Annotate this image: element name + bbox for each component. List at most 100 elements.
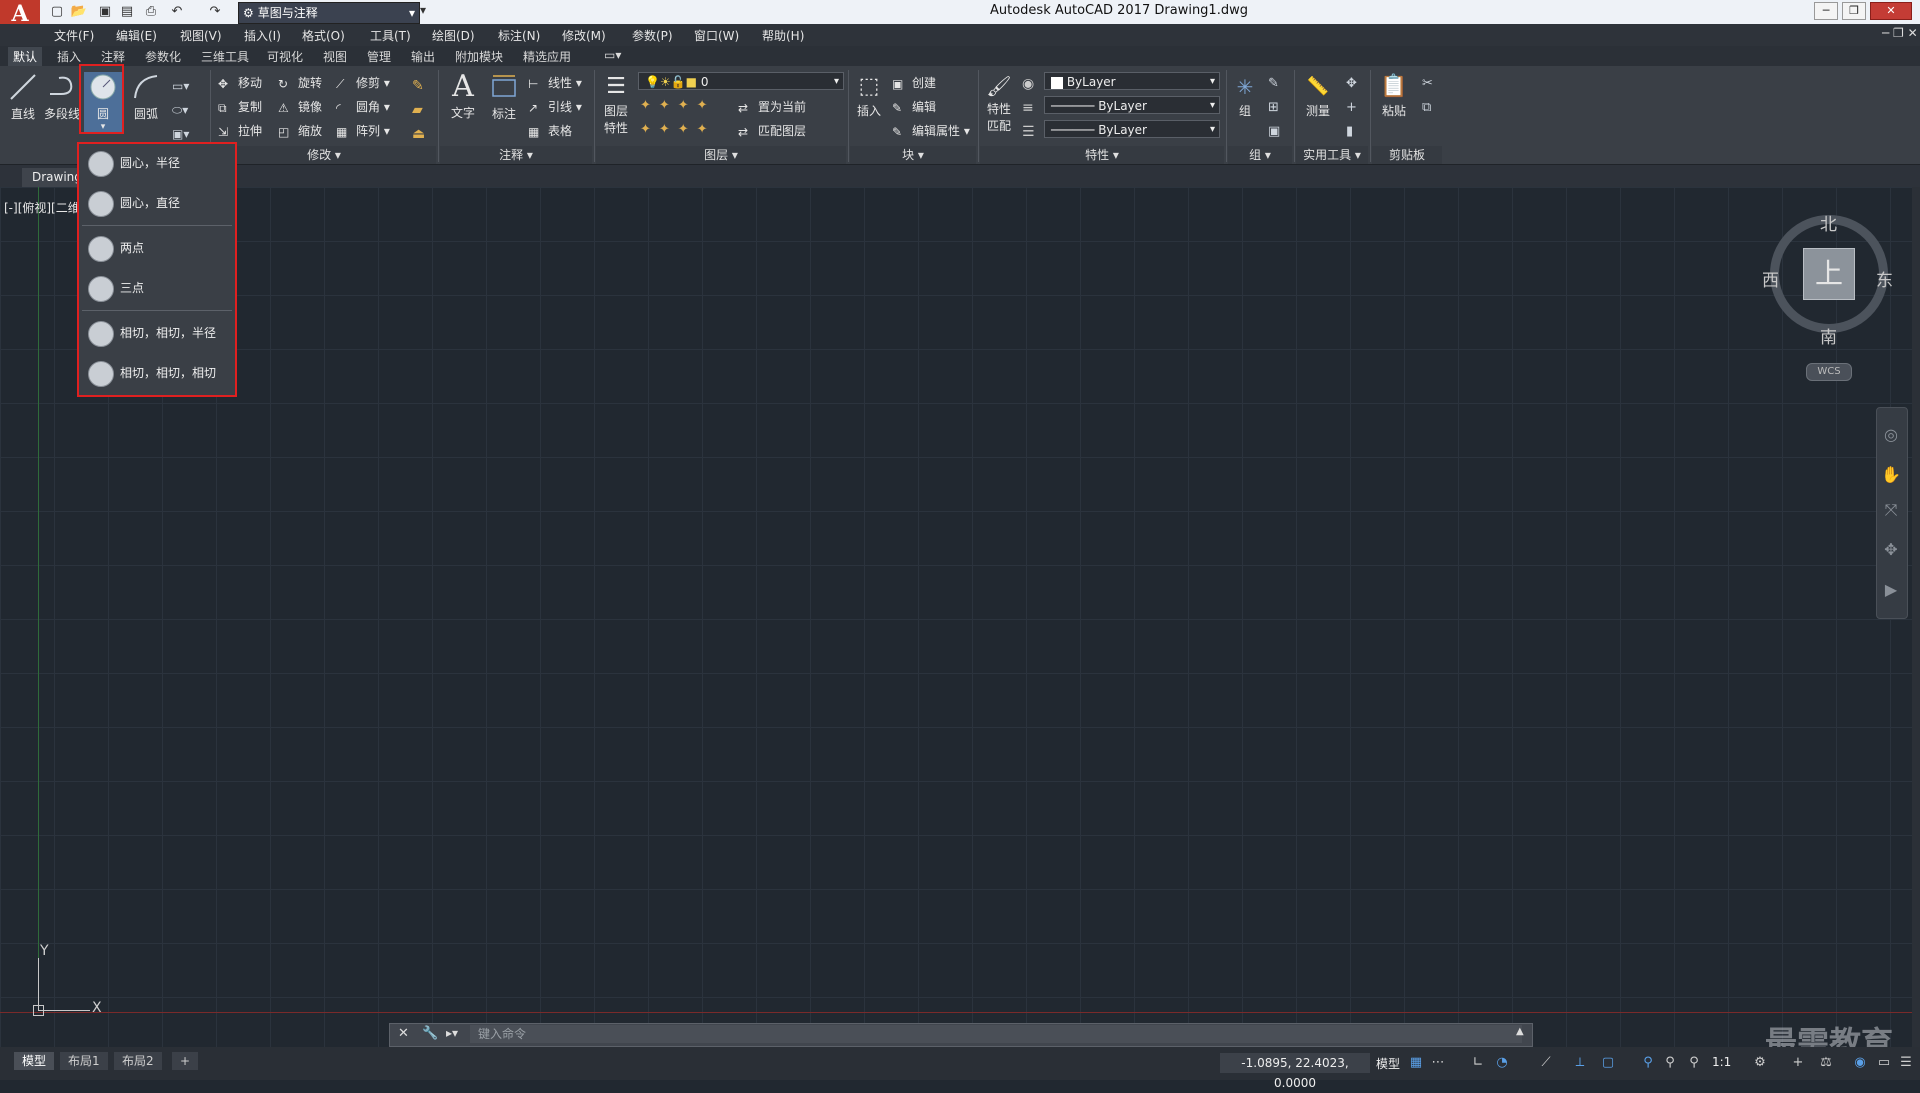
snap-icon[interactable]: ⋯	[1430, 1055, 1446, 1071]
command-input[interactable]: 键入命令	[470, 1025, 1522, 1043]
menu-parametric[interactable]: 参数(P)	[632, 27, 673, 44]
compass-north[interactable]: 北	[1820, 210, 1837, 235]
workspace-selector[interactable]: ⚙ 草图与注释 ▾	[238, 2, 420, 24]
arc-tool[interactable]: 圆弧	[128, 72, 164, 122]
new-file-icon[interactable]: ▢	[48, 3, 66, 21]
drawing-canvas[interactable]	[0, 187, 1912, 1047]
vertical-scrollbar[interactable]	[1912, 187, 1920, 1047]
annotation-visibility-icon[interactable]: ⚲	[1640, 1055, 1656, 1071]
trim-tool[interactable]: ⟋ 修剪 ▾	[336, 74, 390, 91]
color-combo[interactable]: ByLayer ▾	[1044, 72, 1220, 90]
close-button[interactable]: ✕	[1870, 2, 1912, 20]
match-properties-tool[interactable]: 🖌 特性 匹配	[982, 72, 1016, 134]
modify-panel-title[interactable]: 修改 ▾	[212, 146, 436, 164]
menu-tools[interactable]: 工具(T)	[370, 27, 411, 44]
tab-addins[interactable]: 附加模块	[450, 47, 508, 66]
clean-screen-icon[interactable]: ▭	[1876, 1055, 1892, 1071]
polyline-tool[interactable]: 多段线	[42, 72, 82, 122]
layout-tab-model[interactable]: 模型	[14, 1052, 55, 1070]
leader-tool[interactable]: ↗ 引线 ▾	[528, 98, 582, 115]
tab-featured-apps[interactable]: 精选应用	[518, 47, 576, 66]
tab-parametric[interactable]: 参数化	[140, 47, 186, 66]
layer-state-icons[interactable]: ✦✦✦✦	[640, 98, 716, 113]
edit-attributes-tool[interactable]: ✎ 编辑属性 ▾	[892, 122, 970, 139]
linear-dim-tool[interactable]: ⊢ 线性 ▾	[528, 74, 582, 91]
ortho-icon[interactable]: ∟	[1470, 1055, 1486, 1071]
menu-window[interactable]: 窗口(W)	[694, 27, 739, 44]
recent-commands-icon[interactable]: ▸▾	[446, 1026, 458, 1040]
array-tool[interactable]: ▦ 阵列 ▾	[336, 122, 390, 139]
scale-tool[interactable]: ◰ 缩放	[278, 122, 322, 139]
wcs-menu[interactable]: WCS	[1806, 363, 1852, 381]
isolate-objects-icon[interactable]: ◉	[1852, 1055, 1868, 1071]
copy-tool[interactable]: ⧉ 复制	[218, 98, 262, 115]
layer-properties-tool[interactable]: ☰ 图层 特性	[598, 72, 634, 136]
mirror-tool[interactable]: ⚠ 镜像	[278, 98, 322, 115]
table-tool[interactable]: ▦ 表格	[528, 122, 572, 139]
annotation-scale-icon[interactable]: ⚲	[1686, 1055, 1702, 1071]
workspace-gear-icon[interactable]: ⚙	[1752, 1055, 1768, 1071]
menu-file[interactable]: 文件(F)	[54, 27, 94, 44]
ribbon-display-toggle-icon[interactable]: ▭▾	[604, 48, 621, 62]
save-icon[interactable]: ▣	[96, 3, 114, 21]
paste-tool[interactable]: 📋 粘贴	[1376, 72, 1412, 119]
fillet-tool[interactable]: ◜ 圆角 ▾	[336, 98, 390, 115]
model-space-toggle[interactable]: 模型	[1376, 1055, 1400, 1072]
group-tool[interactable]: ✳ 组	[1230, 72, 1260, 119]
close-command-line-icon[interactable]: ✕	[398, 1026, 409, 1041]
groups-panel-title[interactable]: 组 ▾	[1228, 146, 1292, 164]
menu-view[interactable]: 视图(V)	[180, 27, 222, 44]
measure-tool[interactable]: 📏 测量	[1300, 72, 1336, 119]
annotation-scale-value[interactable]: 1:1	[1712, 1055, 1731, 1069]
orbit-icon[interactable]: ✥	[1881, 540, 1901, 560]
tab-visualize[interactable]: 可视化	[262, 47, 308, 66]
clipboard-panel-title[interactable]: 剪贴板	[1372, 146, 1442, 164]
viewcube-top-face[interactable]: 上	[1803, 248, 1855, 300]
stretch-tool[interactable]: ⇲ 拉伸	[218, 122, 262, 139]
showmotion-icon[interactable]: ▶	[1881, 580, 1901, 600]
open-file-icon[interactable]: 📂	[70, 3, 88, 21]
circle-ttt-item[interactable]: 相切，相切，相切	[88, 358, 228, 388]
line-tool[interactable]: 直线	[6, 72, 40, 122]
annotation-monitor-icon[interactable]: +	[1790, 1055, 1806, 1071]
customize-wrench-icon[interactable]: 🔧	[422, 1026, 438, 1041]
insert-block-tool[interactable]: ⬚ 插入	[852, 72, 886, 119]
steering-wheel-icon[interactable]: ◎	[1881, 425, 1901, 445]
utilities-extra-tools[interactable]: ✥ + ▮	[1346, 72, 1357, 144]
units-icon[interactable]: ⚖	[1818, 1055, 1834, 1071]
doc-window-controls[interactable]: ─ ❐ ✕	[1882, 26, 1918, 40]
object-snap-tracking-icon[interactable]: ⟂	[1572, 1055, 1588, 1071]
draw-small-tools[interactable]: ▭▾ ⬭▾ ▣▾	[172, 74, 189, 146]
tab-output[interactable]: 输出	[406, 47, 440, 66]
tab-default[interactable]: 默认	[8, 47, 43, 66]
redo-icon[interactable]: ↷	[206, 3, 224, 21]
tab-manage[interactable]: 管理	[362, 47, 396, 66]
tab-3d-tools[interactable]: 三维工具	[196, 47, 254, 66]
menu-edit[interactable]: 编辑(E)	[116, 27, 157, 44]
add-layout-button[interactable]: +	[172, 1052, 199, 1070]
edit-block-tool[interactable]: ✎ 编辑	[892, 98, 936, 115]
save-as-icon[interactable]: ▤	[118, 3, 136, 21]
compass-east[interactable]: 东	[1876, 266, 1893, 291]
text-tool[interactable]: A 文字	[446, 70, 480, 121]
layer-combo[interactable]: 💡☀🔓■ 0 ▾	[638, 72, 844, 90]
circle-center-radius-item[interactable]: 圆心，半径	[88, 148, 228, 178]
customization-menu-icon[interactable]: ☰	[1898, 1055, 1914, 1071]
circle-center-diameter-item[interactable]: 圆心，直径	[88, 188, 228, 218]
chevron-up-icon[interactable]: ▲	[1516, 1026, 1524, 1037]
circle-ttr-item[interactable]: 相切，相切，半径	[88, 318, 228, 348]
compass-south[interactable]: 南	[1820, 323, 1837, 348]
match-layer-tool[interactable]: ⇄ 匹配图层	[738, 122, 806, 139]
print-icon[interactable]: ⎙	[142, 3, 160, 21]
group-extra-tools[interactable]: ✎ ⊞ ▣	[1268, 72, 1280, 144]
layer-tool-icons[interactable]: ✦✦✦✦	[640, 122, 716, 137]
circle-two-point-item[interactable]: 两点	[88, 233, 228, 263]
rotate-tool[interactable]: ↻ 旋转	[278, 74, 322, 91]
layout-tab-2[interactable]: 布局2	[114, 1052, 162, 1070]
restore-button[interactable]: ❐	[1842, 2, 1866, 20]
pan-icon[interactable]: ✋	[1881, 465, 1901, 485]
polar-tracking-icon[interactable]: ◔	[1494, 1055, 1510, 1071]
coordinate-readout[interactable]: -1.0895, 22.4023, 0.0000	[1220, 1053, 1370, 1090]
tab-view[interactable]: 视图	[318, 47, 352, 66]
minimize-button[interactable]: ─	[1814, 2, 1838, 20]
